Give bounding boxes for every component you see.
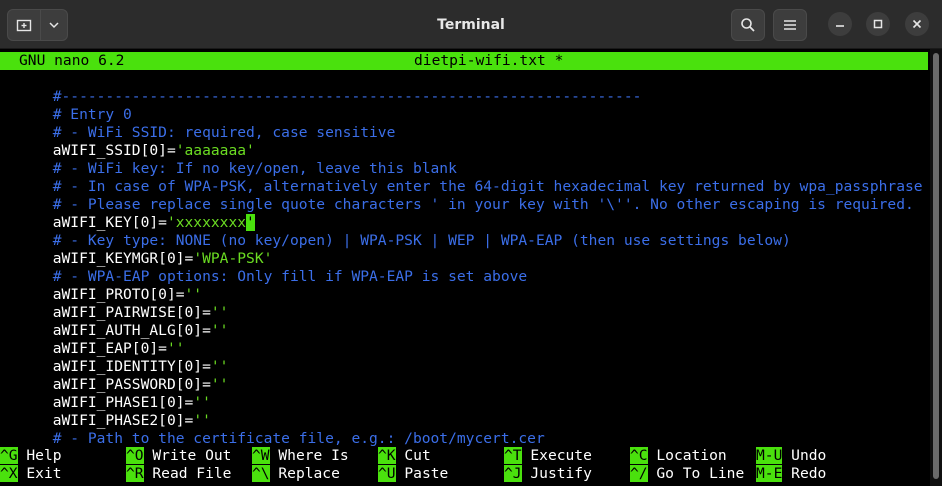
new-tab-icon [16, 19, 32, 32]
minimize-icon [836, 25, 844, 27]
shortcut-write-out[interactable]: ^O Write Out [126, 447, 231, 465]
editor-line: aWIFI_PAIRWISE[0]='' [52, 304, 229, 321]
editor-line: aWIFI_IDENTITY[0]='' [52, 358, 229, 375]
editor-line: # - WiFi key: If no key/open, leave this… [52, 160, 457, 177]
terminal-view[interactable]: GNU nano 6.2 dietpi-wifi.txt * #--------… [0, 49, 930, 486]
editor-line: # - Path to the certificate file, e.g.: … [52, 430, 545, 447]
nano-filename: dietpi-wifi.txt * [414, 52, 564, 69]
shortcut-paste[interactable]: ^U Paste [378, 465, 448, 483]
shortcut-justify[interactable]: ^J Justify [504, 465, 592, 483]
shortcut-where-is[interactable]: ^W Where Is [252, 447, 349, 465]
editor-line: aWIFI_KEYMGR[0]='WPA-PSK' [52, 250, 273, 267]
editor-line: # - WiFi SSID: required, case sensitive [52, 124, 396, 141]
editor-line: # - Key type: NONE (no key/open) | WPA-P… [52, 232, 791, 249]
editor-line: #---------------------------------------… [52, 88, 642, 105]
shortcut-go-to-line[interactable]: ^/ Go To Line [630, 465, 744, 483]
close-button[interactable] [905, 12, 929, 36]
editor-line: aWIFI_KEY[0]='xxxxxxxx' [52, 214, 255, 231]
editor-line: aWIFI_EAP[0]='' [52, 340, 185, 357]
close-icon [912, 19, 922, 29]
maximize-icon [873, 19, 883, 29]
shortcut-replace[interactable]: ^\ Replace [252, 465, 340, 483]
shortcut-cut[interactable]: ^K Cut [378, 447, 431, 465]
menu-button[interactable] [773, 9, 807, 41]
editor-line: aWIFI_PHASE1[0]='' [52, 394, 211, 411]
shortcut-read-file[interactable]: ^R Read File [126, 465, 231, 483]
shortcut-redo[interactable]: M-E Redo [756, 465, 826, 483]
search-icon [741, 18, 755, 32]
editor-line: aWIFI_PROTO[0]='' [52, 286, 203, 303]
tab-menu-button[interactable] [40, 9, 68, 41]
minimize-button[interactable] [828, 12, 852, 36]
chevron-down-icon [49, 22, 59, 29]
shortcut-undo[interactable]: M-U Undo [756, 447, 826, 465]
shortcut-location[interactable]: ^C Location [630, 447, 727, 465]
shortcut-execute[interactable]: ^T Execute [504, 447, 592, 465]
editor-line: # - WPA-EAP options: Only fill if WPA-EA… [52, 268, 528, 285]
shortcut-exit[interactable]: ^X Exit [0, 465, 62, 483]
editor-line: # Entry 0 [52, 106, 132, 123]
new-tab-button[interactable] [7, 9, 41, 41]
search-button[interactable] [731, 9, 765, 41]
editor-line: # - Please replace single quote characte… [52, 196, 914, 213]
editor-line: # - In case of WPA-PSK, alternatively en… [52, 178, 923, 195]
editor-line: aWIFI_PASSWORD[0]='' [52, 376, 229, 393]
scrollbar-thumb[interactable] [933, 53, 939, 479]
terminal-scrollbar[interactable] [930, 49, 942, 486]
nano-header-bar: GNU nano 6.2 dietpi-wifi.txt * [0, 52, 928, 70]
shortcut-help[interactable]: ^G Help [0, 447, 62, 465]
editor-line: aWIFI_PHASE2[0]='' [52, 412, 211, 429]
editor-line: aWIFI_AUTH_ALG[0]='' [52, 322, 229, 339]
nano-version: GNU nano 6.2 [19, 52, 125, 69]
hamburger-menu-icon [784, 20, 796, 30]
editor-line: aWIFI_SSID[0]='aaaaaaa' [52, 142, 255, 159]
window-titlebar: Terminal [0, 0, 942, 49]
maximize-button[interactable] [866, 12, 890, 36]
